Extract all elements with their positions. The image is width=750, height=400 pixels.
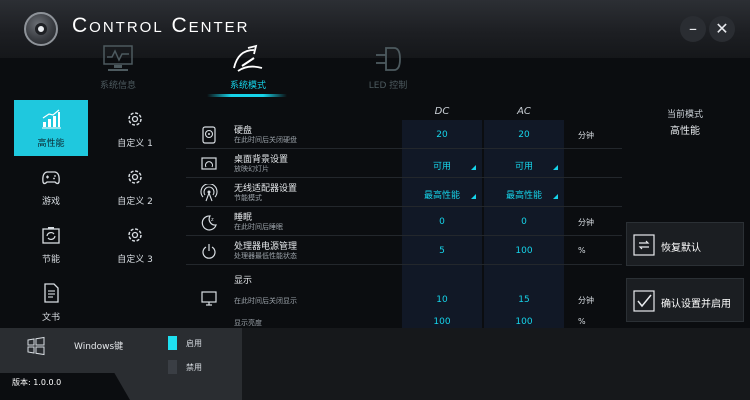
wireless-adapter-dc-dropdown[interactable]: 最高性能 bbox=[402, 188, 482, 201]
desktop-background-dc-dropdown[interactable]: 可用 bbox=[402, 159, 482, 172]
mode-label: 文书 bbox=[41, 313, 60, 323]
mode-label: 游戏 bbox=[41, 197, 60, 207]
processor-power-ac-value[interactable]: 100 bbox=[484, 246, 564, 256]
gamepad-icon bbox=[42, 171, 60, 185]
svg-text:z: z bbox=[211, 217, 214, 223]
wireless-icon bbox=[200, 184, 218, 202]
apply-settings-label: 确认设置并启用 bbox=[661, 299, 731, 310]
gear-icon bbox=[128, 112, 142, 126]
gear-icon bbox=[128, 170, 142, 184]
disable-label: 禁用 bbox=[186, 363, 202, 372]
restore-icon bbox=[633, 234, 655, 256]
windows-key-label: Windows键 bbox=[74, 342, 124, 352]
disable-toggle[interactable] bbox=[168, 360, 177, 374]
tab-system-mode-label: 系统模式 bbox=[229, 81, 266, 91]
unit-label: 分钟 bbox=[578, 218, 594, 227]
led-icon bbox=[376, 47, 401, 71]
restore-defaults-label: 恢复默认 bbox=[661, 243, 701, 254]
mode-label: 自定义 3 bbox=[117, 255, 153, 265]
windows-logo-icon bbox=[27, 336, 45, 356]
app-title: Control Center bbox=[72, 14, 250, 37]
display-off-ac-value[interactable]: 15 bbox=[484, 295, 564, 305]
setting-row-hard-disk: 硬盘 在此时间后关闭硬盘 20 20 分钟 bbox=[186, 120, 622, 149]
tab-led-control[interactable]: LED 控制 bbox=[333, 44, 443, 96]
current-mode-value: 高性能 bbox=[670, 126, 700, 137]
setting-description: 在此时间后睡眠 bbox=[234, 223, 283, 231]
bar-chart-icon bbox=[42, 109, 61, 129]
monitor-chart-icon bbox=[103, 45, 133, 71]
setting-row-wireless-adapter: 无线适配器设置 节能模式 最高性能 最高性能 bbox=[186, 178, 622, 207]
mode-label: 自定义 1 bbox=[117, 139, 153, 149]
sleep-icon: z bbox=[201, 215, 217, 231]
hard-disk-dc-value[interactable]: 20 bbox=[402, 130, 482, 140]
setting-description: 放映幻灯片 bbox=[234, 165, 269, 173]
setting-row-desktop-background: 桌面背景设置 放映幻灯片 可用 可用 bbox=[186, 149, 622, 178]
mode-gaming[interactable]: 游戏 bbox=[14, 158, 88, 214]
windows-key-disable-option[interactable]: 禁用 bbox=[168, 360, 228, 374]
mode-label: 节能 bbox=[41, 255, 60, 265]
unit-label: % bbox=[578, 246, 586, 255]
display-brightness-ac-value[interactable]: 100 bbox=[484, 317, 564, 327]
tab-system-info-label: 系统信息 bbox=[99, 81, 136, 91]
mode-custom-2[interactable]: 自定义 2 bbox=[98, 158, 172, 214]
unit-label: 分钟 bbox=[578, 296, 594, 305]
app-logo-icon bbox=[24, 12, 58, 46]
mode-custom-3[interactable]: 自定义 3 bbox=[98, 216, 172, 272]
display-brightness-description: 显示亮度 bbox=[234, 319, 262, 327]
checkbox-icon bbox=[633, 290, 655, 312]
close-button[interactable]: ✕ bbox=[709, 16, 735, 42]
mode-label: 高性能 bbox=[37, 139, 65, 149]
display-icon bbox=[201, 291, 217, 306]
windows-key-enable-option[interactable]: 启用 bbox=[168, 336, 228, 350]
active-tab-indicator bbox=[207, 94, 287, 97]
setting-description: 处理器最低性能状态 bbox=[234, 252, 297, 260]
desktop-background-ac-dropdown[interactable]: 可用 bbox=[484, 159, 564, 172]
mode-label: 自定义 2 bbox=[117, 197, 153, 207]
display-off-description: 在此时间后关闭显示 bbox=[234, 297, 297, 305]
sleep-ac-value[interactable]: 0 bbox=[484, 217, 564, 227]
hard-disk-ac-value[interactable]: 20 bbox=[484, 130, 564, 140]
tab-system-mode[interactable]: 系统模式 bbox=[193, 44, 303, 96]
dc-column-header: DC bbox=[434, 106, 450, 117]
right-panel: 当前模式 高性能 恢复默认 确认设置并启用 bbox=[626, 100, 744, 328]
mode-selector: 高性能 自定义 1 游戏 自定义 2 节能 自定义 3 文书 bbox=[14, 100, 180, 324]
current-mode-title: 当前模式 bbox=[666, 110, 703, 120]
unit-label: 分钟 bbox=[578, 131, 594, 140]
version-label: 版本: 1.0.0.0 bbox=[12, 378, 62, 387]
tab-system-info[interactable]: 系统信息 bbox=[63, 44, 173, 96]
display-off-dc-value[interactable]: 10 bbox=[402, 295, 482, 305]
ac-column-header: AC bbox=[517, 106, 531, 117]
mode-document[interactable]: 文书 bbox=[14, 274, 88, 330]
setting-row-processor-power: 处理器电源管理 处理器最低性能状态 5 100 % bbox=[186, 236, 622, 265]
setting-name: 显示 bbox=[234, 276, 253, 286]
setting-row-sleep: z 睡眠 在此时间后睡眠 0 0 分钟 bbox=[186, 207, 622, 236]
mode-high-performance[interactable]: 高性能 bbox=[14, 100, 88, 156]
slideshow-icon bbox=[201, 157, 217, 170]
document-icon bbox=[44, 283, 59, 303]
setting-description: 节能模式 bbox=[234, 194, 262, 202]
minimize-button[interactable]: – bbox=[680, 16, 706, 42]
mode-power-saving[interactable]: 节能 bbox=[14, 216, 88, 272]
gear-icon bbox=[128, 228, 142, 242]
processor-power-dc-value[interactable]: 5 bbox=[402, 246, 482, 256]
enable-toggle[interactable] bbox=[168, 336, 177, 350]
bottom-bar: Windows键 启用 禁用 版本: 1.0.0.0 bbox=[0, 328, 750, 400]
sleep-dc-value[interactable]: 0 bbox=[402, 217, 482, 227]
processor-power-icon bbox=[202, 244, 216, 259]
restore-defaults-button[interactable]: 恢复默认 bbox=[626, 222, 744, 266]
tab-led-control-label: LED 控制 bbox=[368, 81, 408, 91]
setting-row-display: 显示 在此时间后关闭显示 10 15 分钟 显示亮度 100 100 % bbox=[186, 265, 622, 328]
display-brightness-dc-value[interactable]: 100 bbox=[402, 317, 482, 327]
setting-description: 在此时间后关闭硬盘 bbox=[234, 136, 297, 144]
performance-gauge-icon bbox=[233, 44, 263, 72]
power-settings-table: DC AC 硬盘 在此时间后关闭硬盘 20 20 分钟 桌面背景设置 放映幻灯片… bbox=[186, 100, 622, 328]
hard-disk-icon bbox=[202, 126, 216, 144]
battery-refresh-icon bbox=[42, 227, 60, 244]
mode-custom-1[interactable]: 自定义 1 bbox=[98, 100, 172, 156]
unit-label: % bbox=[578, 317, 586, 326]
apply-settings-button[interactable]: 确认设置并启用 bbox=[626, 278, 744, 322]
wireless-adapter-ac-dropdown[interactable]: 最高性能 bbox=[484, 188, 564, 201]
enable-label: 启用 bbox=[186, 339, 202, 348]
main-tabs: 系统信息 系统模式 LED 控制 bbox=[0, 44, 750, 96]
